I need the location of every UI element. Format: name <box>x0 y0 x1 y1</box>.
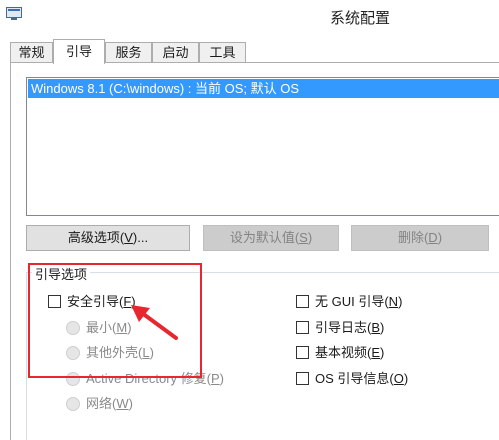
delete-button[interactable]: 删除(D) <box>351 225 489 251</box>
checkbox-box[interactable] <box>296 321 309 334</box>
msconfig-app-icon <box>6 7 22 20</box>
os-list-item[interactable]: Windows 8.1 (C:\windows) : 当前 OS; 默认 OS <box>28 79 499 98</box>
tab-services[interactable]: 服务 <box>105 42 152 62</box>
tab-startup[interactable]: 启动 <box>152 42 199 62</box>
title-bar <box>0 0 499 34</box>
checkbox-box[interactable] <box>296 372 309 385</box>
no-gui-boot-label: 无 GUI 引导(N) <box>315 294 403 309</box>
os-boot-info-label: OS 引导信息(O) <box>315 371 409 386</box>
boot-log-label: 引导日志(B) <box>315 320 385 335</box>
radio-button[interactable] <box>66 397 80 411</box>
tab-boot[interactable]: 引导 <box>53 39 105 64</box>
radio-network-label: 网络(W) <box>86 396 133 411</box>
checkbox-box[interactable] <box>296 346 309 359</box>
tab-tools[interactable]: 工具 <box>199 42 246 62</box>
advanced-options-button[interactable]: 高级选项(V)... <box>26 225 190 251</box>
tab-general[interactable]: 常规 <box>10 42 53 62</box>
set-as-default-button[interactable]: 设为默认值(S) <box>203 225 339 251</box>
window-title: 系统配置 <box>330 10 391 27</box>
checkbox-box[interactable] <box>296 295 309 308</box>
annotation-arrow-icon <box>131 305 178 340</box>
base-video-label: 基本视频(E) <box>315 345 385 360</box>
